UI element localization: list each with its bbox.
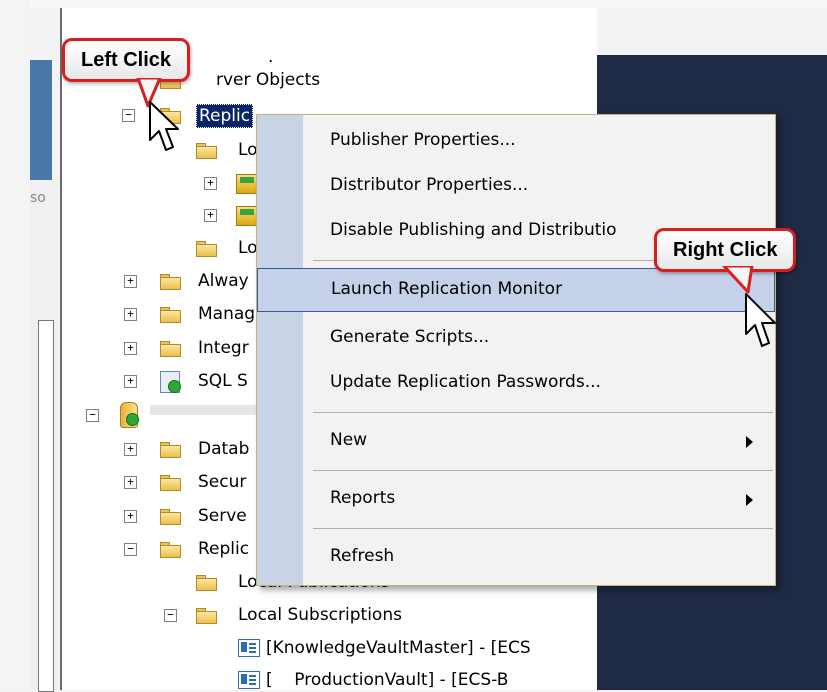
menu-item-label: New [330,430,368,450]
folder-icon [160,307,181,323]
collapse-icon[interactable]: − [124,543,137,556]
window-accent-bar [30,60,52,180]
side-panel-label: so [30,190,46,206]
expand-icon[interactable]: + [124,342,137,355]
subscription-icon [238,671,260,689]
folder-icon [196,241,217,257]
folder-icon [160,475,181,491]
menu-item-reports[interactable]: Reports [257,478,775,522]
expand-icon[interactable]: + [204,177,217,190]
mouse-cursor-icon [149,101,179,151]
top-edge [0,0,827,8]
menu-item-distributor-properties[interactable]: Distributor Properties... [257,165,775,209]
tree-node-label: SQL S [198,371,248,391]
folder-icon [160,509,181,525]
folder-icon [196,143,217,159]
server-icon [120,402,139,428]
expand-icon[interactable]: + [204,209,217,222]
side-panel-frame [38,320,54,692]
menu-item-update-passwords[interactable]: Update Replication Passwords... [257,362,775,406]
tree-node-label: Replic [196,104,254,128]
expand-icon[interactable]: + [124,308,137,321]
expand-icon[interactable]: + [124,443,137,456]
tree-node-label: [ ProductionVault] - [ECS-B [266,670,509,690]
tree-node-label: Alway [198,271,249,291]
menu-item-label: Launch Replication Monitor [331,279,563,299]
publication-icon [236,206,258,226]
tree-node-label: Local Subscriptions [238,605,402,625]
expand-icon[interactable]: + [124,510,137,523]
tree-node-label: Serve [198,506,247,526]
menu-item-label: Reports [330,488,396,508]
menu-item-label: Generate Scripts... [330,327,490,347]
tree-node-label: Manag [198,304,256,324]
redacted-server-name [150,405,260,415]
tree-node-label: Lo [238,140,258,160]
menu-item-new[interactable]: New [257,420,775,464]
tree-node-label: Replic [198,539,250,559]
menu-item-label: Distributor Properties... [330,175,529,195]
tree-node-label: Datab [198,439,250,459]
tree-node-label: Secur [198,472,247,492]
tree-node-label: Integr [198,338,249,358]
left-strip [0,0,30,690]
expand-icon[interactable]: + [124,275,137,288]
folder-icon [160,341,181,357]
mouse-cursor-icon [745,293,776,347]
tree-node-label: rver Objects [216,70,321,90]
menu-item-label: Update Replication Passwords... [330,372,601,392]
expand-icon[interactable]: + [124,476,137,489]
menu-separator [313,412,773,413]
subscription-icon [238,639,260,657]
context-menu: Publisher Properties... Distributor Prop… [256,114,776,586]
tree-dot: . [268,47,274,67]
folder-icon [196,575,217,591]
menu-item-launch-replication-monitor[interactable]: Launch Replication Monitor [257,268,775,312]
agent-icon [160,371,181,393]
tree-node-label: [KnowledgeVaultMaster] - [ECS [266,638,531,658]
menu-separator [313,528,773,529]
expand-icon[interactable]: + [124,375,137,388]
menu-item-refresh[interactable]: Refresh [257,536,775,580]
menu-item-publisher-properties[interactable]: Publisher Properties... [257,120,775,164]
menu-separator [313,470,773,471]
menu-item-label: Publisher Properties... [330,130,516,150]
collapse-icon[interactable]: − [164,609,177,622]
tree-node-label: Lo [238,238,258,258]
menu-item-label: Refresh [330,546,395,566]
publication-icon [236,174,258,194]
menu-item-label: Disable Publishing and Distributio [330,220,617,240]
menu-item-generate-scripts[interactable]: Generate Scripts... [257,317,775,361]
left-click-callout: Left Click [62,38,191,82]
collapse-icon[interactable]: − [86,409,99,422]
submenu-arrow-icon [746,436,753,448]
folder-icon [196,608,217,624]
folder-icon [160,542,181,558]
folder-icon [160,442,181,458]
folder-icon [160,274,181,290]
submenu-arrow-icon [746,494,753,506]
